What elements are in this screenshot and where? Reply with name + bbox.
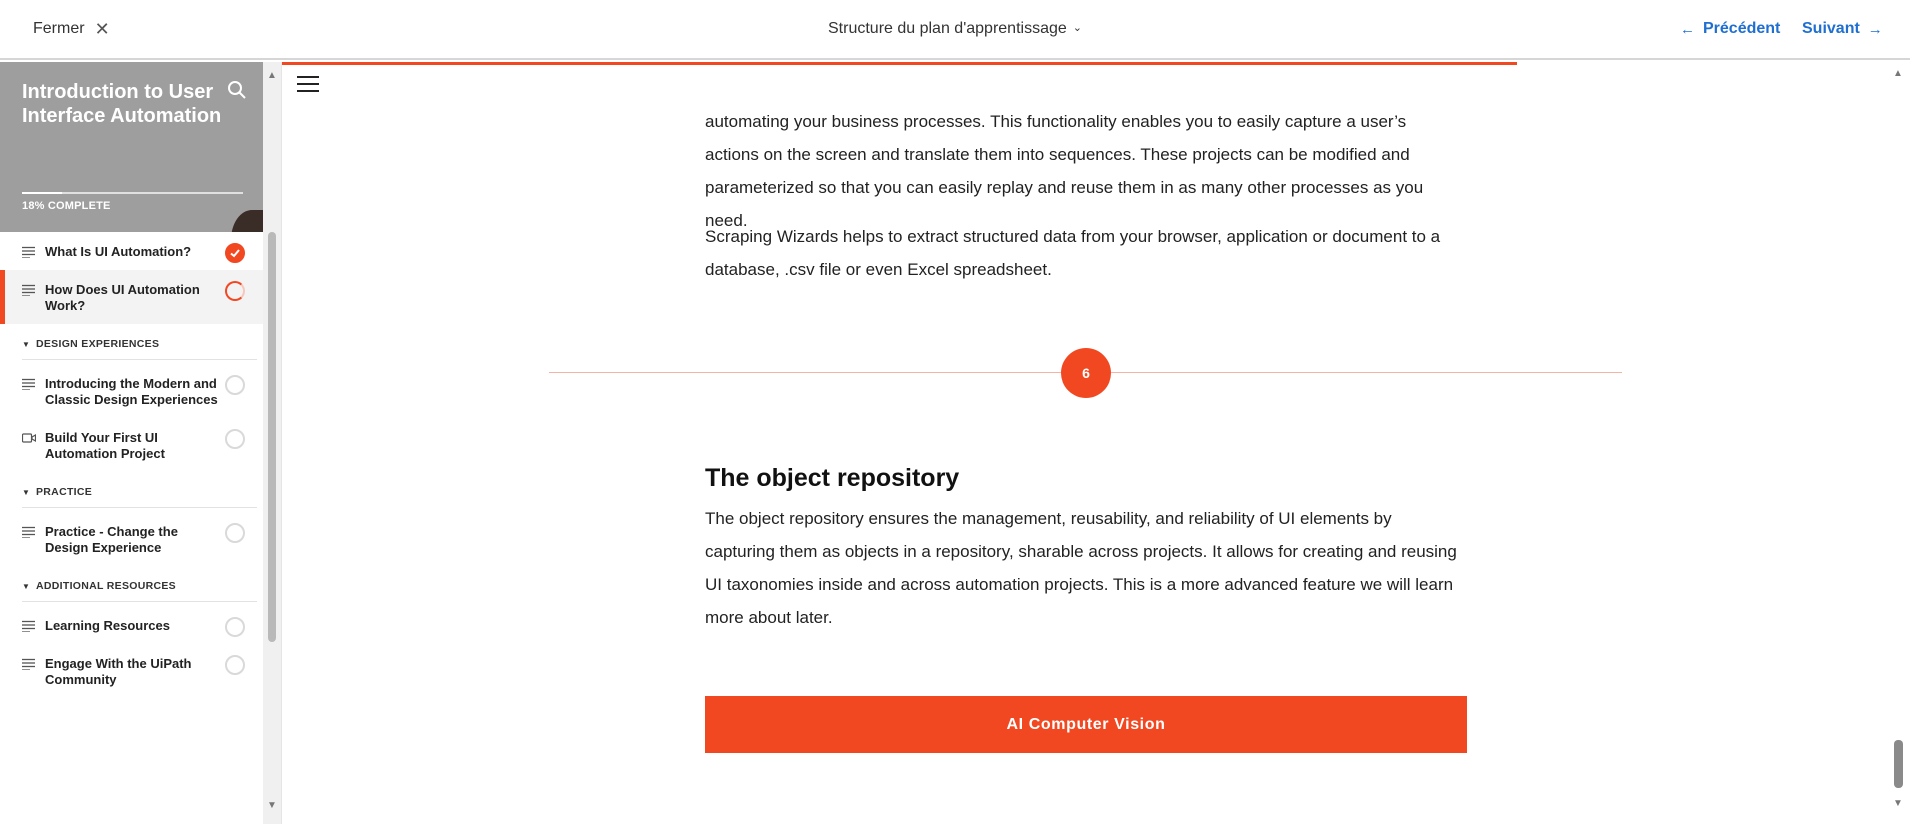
text-lines-icon xyxy=(22,246,35,258)
lesson-label: Practice - Change the Design Experience xyxy=(45,524,178,555)
progress-bar xyxy=(22,192,243,194)
lesson-item[interactable]: How Does UI Automation Work? xyxy=(0,270,263,324)
lesson-item[interactable]: Introducing the Modern and Classic Desig… xyxy=(0,364,263,418)
text-lines-icon xyxy=(22,658,35,670)
course-title: Introduction to User Interface Automatio… xyxy=(22,81,222,127)
status-circle-icon xyxy=(225,617,245,637)
course-sidebar: Introduction to User Interface Automatio… xyxy=(0,62,282,824)
status-circle-icon xyxy=(225,429,245,449)
next-button[interactable]: Suivant → xyxy=(1802,20,1883,38)
chevron-down-icon: ⌄ xyxy=(1072,22,1082,34)
text-lines-icon xyxy=(22,378,35,390)
scroll-up-icon[interactable]: ▲ xyxy=(1893,68,1903,79)
lesson-item[interactable]: What Is UI Automation? xyxy=(0,232,263,270)
lesson-label: Introducing the Modern and Classic Desig… xyxy=(45,376,218,407)
previous-button[interactable]: ← Précédent xyxy=(1680,20,1780,38)
status-circle-icon xyxy=(225,375,245,395)
sidebar-scrollbar[interactable]: ▲ ▼ xyxy=(263,62,281,824)
text-lines-icon xyxy=(22,620,35,632)
lesson-list: What Is UI Automation? How Does UI Automa… xyxy=(0,232,263,698)
paragraph: Scraping Wizards helps to extract struct… xyxy=(705,227,1441,279)
paragraph: automating your business processes. This… xyxy=(705,112,1424,230)
lesson-item[interactable]: Build Your First UI Automation Project xyxy=(0,418,263,472)
step-number-badge: 6 xyxy=(1061,348,1111,398)
main-scroll-thumb[interactable] xyxy=(1894,740,1903,788)
paragraph: The object repository ensures the manage… xyxy=(705,509,1457,627)
caret-down-icon: ▼ xyxy=(22,582,31,591)
arrow-right-icon: → xyxy=(1867,20,1883,38)
video-icon xyxy=(22,433,36,443)
learning-plan-title: Structure du plan d'apprentissage xyxy=(828,20,1067,37)
caret-down-icon: ▼ xyxy=(22,340,31,349)
section-header[interactable]: ▼ PRACTICE xyxy=(22,472,257,508)
lesson-label: How Does UI Automation Work? xyxy=(45,282,200,313)
top-bar: Fermer ✕ Structure du plan d'apprentissa… xyxy=(0,0,1910,60)
previous-label: Précédent xyxy=(1703,20,1781,37)
progress-text: 18% COMPLETE xyxy=(22,200,111,212)
lesson-item[interactable]: Learning Resources xyxy=(0,606,263,644)
reading-progress-bar xyxy=(282,62,1517,65)
section-label: DESIGN EXPERIENCES xyxy=(36,338,160,350)
lesson-item[interactable]: Practice - Change the Design Experience xyxy=(0,512,263,566)
text-lines-icon xyxy=(22,526,35,538)
next-label: Suivant xyxy=(1802,20,1860,37)
ai-computer-vision-button[interactable]: AI Computer Vision xyxy=(705,696,1467,753)
section-label: ADDITIONAL RESOURCES xyxy=(36,580,176,592)
lesson-label: Build Your First UI Automation Project xyxy=(45,430,165,461)
progress-fill xyxy=(22,192,62,194)
header-image xyxy=(231,210,263,232)
status-circle-icon xyxy=(225,281,245,301)
sidebar-scroll-thumb[interactable] xyxy=(268,232,276,642)
lesson-item[interactable]: Engage With the UiPath Community xyxy=(0,644,263,698)
section-header[interactable]: ▼ DESIGN EXPERIENCES xyxy=(22,324,257,360)
lesson-label: Engage With the UiPath Community xyxy=(45,656,192,687)
scroll-down-icon[interactable]: ▼ xyxy=(1893,798,1903,809)
lesson-content: automating your business processes. This… xyxy=(282,62,1892,824)
status-circle-icon xyxy=(225,655,245,675)
text-lines-icon xyxy=(22,284,35,296)
search-icon[interactable] xyxy=(226,79,248,101)
status-circle-icon xyxy=(225,523,245,543)
arrow-left-icon: ← xyxy=(1680,20,1695,38)
learning-plan-outline-dropdown[interactable]: Structure du plan d'apprentissage ⌄ xyxy=(0,20,1910,38)
lesson-label: Learning Resources xyxy=(45,618,170,633)
section-heading: The object repository xyxy=(705,464,960,492)
section-label: PRACTICE xyxy=(36,486,93,498)
section-header[interactable]: ▼ ADDITIONAL RESOURCES xyxy=(22,566,257,602)
caret-down-icon: ▼ xyxy=(22,488,31,497)
scroll-down-icon[interactable]: ▼ xyxy=(267,800,277,811)
check-icon xyxy=(225,243,245,263)
lesson-label: What Is UI Automation? xyxy=(45,244,192,259)
menu-icon[interactable] xyxy=(297,76,319,94)
course-header: Introduction to User Interface Automatio… xyxy=(0,62,263,232)
scroll-up-icon[interactable]: ▲ xyxy=(267,70,277,81)
